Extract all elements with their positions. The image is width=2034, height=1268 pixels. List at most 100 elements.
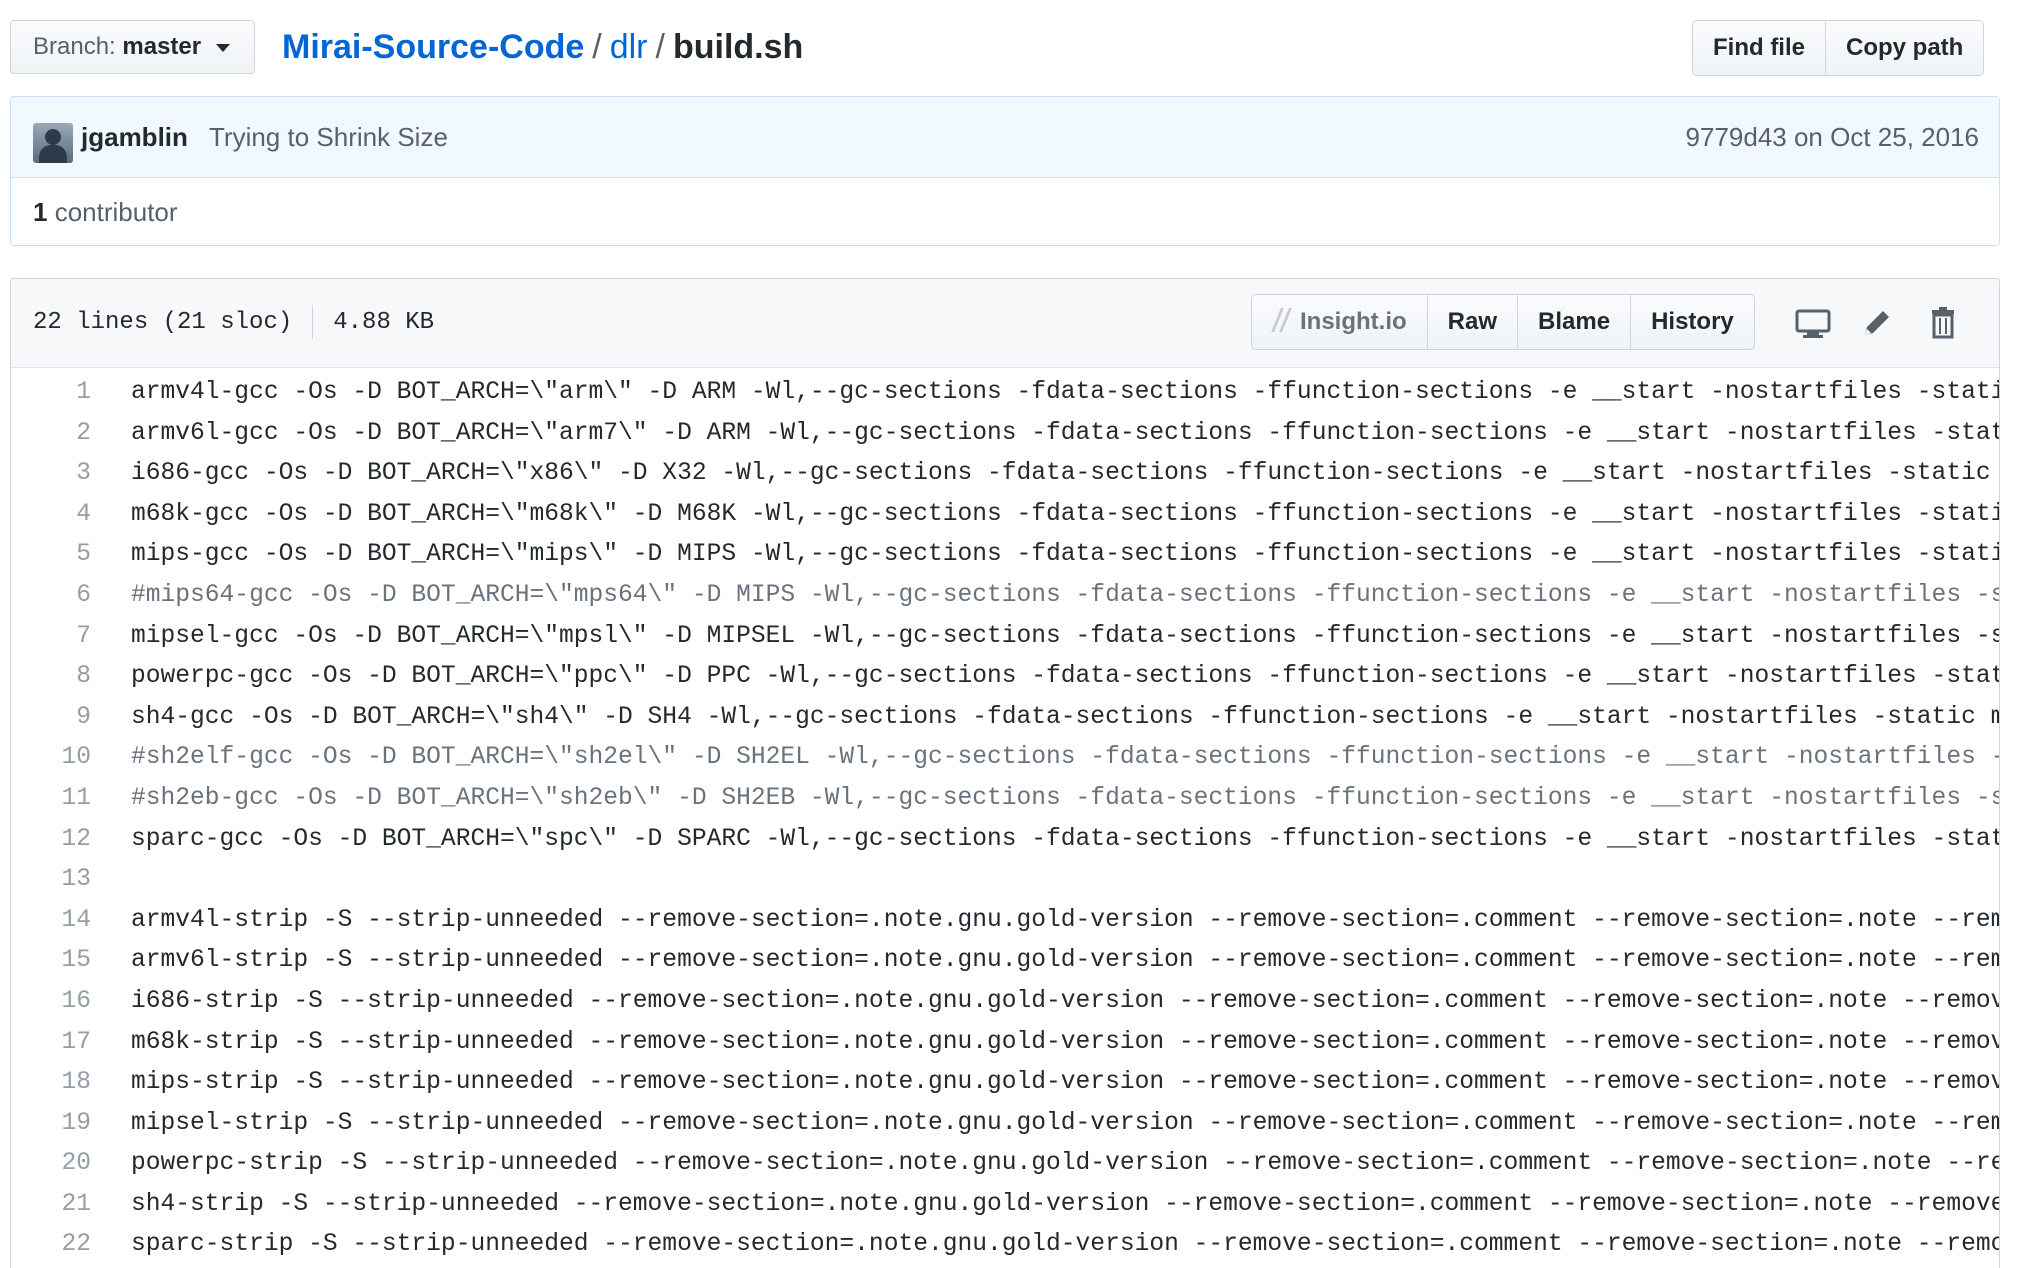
line-number[interactable]: 12 <box>11 820 91 861</box>
line-number[interactable]: 16 <box>11 982 91 1023</box>
code-text: mips-strip -S --strip-unneeded --remove-… <box>131 1069 1999 1097</box>
code-listing: 1 armv4l-gcc -Os -D BOT_ARCH=\"arm\" -D A… <box>11 368 1999 1266</box>
line-number[interactable]: 22 <box>11 1225 91 1266</box>
code-line: 22 sparc-strip -S --strip-unneeded --remo… <box>11 1225 1999 1266</box>
code-line: 13 <box>11 860 1999 901</box>
line-number[interactable]: 4 <box>11 495 91 536</box>
code-text: mipsel-gcc -Os -D BOT_ARCH=\"mpsl\" -D M… <box>131 622 1999 650</box>
code-comment: #mips64-gcc -Os -D BOT_ARCH=\"mps64\" -D… <box>131 581 1999 609</box>
code-line: 19 mipsel-strip -S --strip-unneeded --rem… <box>11 1104 1999 1145</box>
line-number[interactable]: 19 <box>11 1104 91 1145</box>
copy-path-button[interactable]: Copy path <box>1826 20 1985 76</box>
branch-select-button[interactable]: Branch: master <box>10 20 255 74</box>
contributors-summary[interactable]: 1 contributor <box>11 178 1999 245</box>
code-line: 4 m68k-gcc -Os -D BOT_ARCH=\"m68k\" -D M6… <box>11 495 1999 536</box>
avatar[interactable] <box>33 123 73 163</box>
line-number[interactable]: 6 <box>11 576 91 617</box>
find-file-button[interactable]: Find file <box>1692 20 1826 76</box>
blame-button[interactable]: Blame <box>1518 294 1632 350</box>
line-number[interactable]: 9 <box>11 698 91 739</box>
code-line: 1 armv4l-gcc -Os -D BOT_ARCH=\"arm\" -D A… <box>11 373 1999 414</box>
code-line: 8 powerpc-gcc -Os -D BOT_ARCH=\"ppc\" -D … <box>11 657 1999 698</box>
code-text: mips-gcc -Os -D BOT_ARCH=\"mips\" -D MIP… <box>131 541 1999 569</box>
file-header: 22 lines (21 sloc) 4.88 KB Insight.io Raw… <box>11 279 1999 368</box>
breadcrumb-dir-link[interactable]: dlr <box>610 28 648 66</box>
code-text: armv4l-gcc -Os -D BOT_ARCH=\"arm\" -D AR… <box>131 379 1999 406</box>
breadcrumb-repo-link[interactable]: Mirai-Source-Code <box>282 28 584 66</box>
commit-sha-date[interactable]: 9779d43 on Oct 25, 2016 <box>1686 117 1979 157</box>
line-number[interactable]: 15 <box>11 941 91 982</box>
file-size: 4.88 KB <box>333 309 435 336</box>
raw-button[interactable]: Raw <box>1427 294 1519 350</box>
commit-author-link[interactable]: jgamblin <box>81 117 188 157</box>
code-line: 7 mipsel-gcc -Os -D BOT_ARCH=\"mpsl\" -D … <box>11 617 1999 658</box>
breadcrumb-file-name: build.sh <box>672 28 804 66</box>
code-line: 9 sh4-gcc -Os -D BOT_ARCH=\"sh4\" -D SH4 … <box>11 698 1999 739</box>
code-line: 2 armv6l-gcc -Os -D BOT_ARCH=\"arm7\" -D … <box>11 414 1999 455</box>
code-text: powerpc-strip -S --strip-unneeded --remo… <box>131 1150 1999 1178</box>
file-viewer: 22 lines (21 sloc) 4.88 KB Insight.io Raw… <box>10 278 2000 1268</box>
contributor-label: contributor <box>54 197 178 227</box>
breadcrumb-separator: / <box>592 28 602 66</box>
line-number[interactable]: 13 <box>11 860 91 901</box>
code-comment: #sh2eb-gcc -Os -D BOT_ARCH=\"sh2eb\" -D … <box>131 784 1999 812</box>
code-line: 21 sh4-strip -S --strip-unneeded --remove… <box>11 1185 1999 1226</box>
code-line: 18 mips-strip -S --strip-unneeded --remov… <box>11 1063 1999 1104</box>
branch-name: master <box>122 33 202 60</box>
code-text: sparc-gcc -Os -D BOT_ARCH=\"spc\" -D SPA… <box>131 825 1999 853</box>
line-number[interactable]: 18 <box>11 1063 91 1104</box>
insight-io-button[interactable]: Insight.io <box>1251 294 1428 350</box>
code-comment: #sh2elf-gcc -Os -D BOT_ARCH=\"sh2el\" -D… <box>131 744 1999 772</box>
desktop-icon[interactable] <box>1793 303 1833 343</box>
history-button[interactable]: History <box>1631 294 1755 350</box>
breadcrumb: Mirai-Source-Code / dlr / build.sh <box>282 24 803 70</box>
code-line: 11 #sh2eb-gcc -Os -D BOT_ARCH=\"sh2eb\" -… <box>11 779 1999 820</box>
line-number[interactable]: 1 <box>11 373 91 414</box>
line-number[interactable]: 10 <box>11 738 91 779</box>
code-text: armv6l-strip -S --strip-unneeded --remov… <box>131 947 1999 975</box>
insight-io-icon <box>1271 308 1294 332</box>
latest-commit: jgamblin Trying to Shrink Size 9779d43 o… <box>11 97 1999 178</box>
line-number[interactable]: 5 <box>11 535 91 576</box>
file-info: 22 lines (21 sloc) 4.88 KB <box>33 279 434 367</box>
line-number[interactable]: 7 <box>11 617 91 658</box>
code-text: i686-strip -S --strip-unneeded --remove-… <box>131 987 1999 1015</box>
code-text: m68k-strip -S --strip-unneeded --remove-… <box>131 1028 1999 1056</box>
file-info-divider <box>312 304 314 339</box>
code-text: armv4l-strip -S --strip-unneeded --remov… <box>131 906 1999 934</box>
code-text: powerpc-gcc -Os -D BOT_ARCH=\"ppc\" -D P… <box>131 663 1999 691</box>
code-line: 15 armv6l-strip -S --strip-unneeded --rem… <box>11 941 1999 982</box>
line-number[interactable]: 2 <box>11 414 91 455</box>
code-line: 10 #sh2elf-gcc -Os -D BOT_ARCH=\"sh2el\" … <box>11 738 1999 779</box>
code-line: 16 i686-strip -S --strip-unneeded --remov… <box>11 982 1999 1023</box>
code-text: armv6l-gcc -Os -D BOT_ARCH=\"arm7\" -D A… <box>131 419 1999 447</box>
insight-io-label: Insight.io <box>1300 308 1407 335</box>
code-text: sh4-strip -S --strip-unneeded --remove-s… <box>131 1190 1999 1218</box>
file-line-count: 22 lines (21 sloc) <box>33 309 293 336</box>
code-line: 3 i686-gcc -Os -D BOT_ARCH=\"x86\" -D X32… <box>11 454 1999 495</box>
code-text: sh4-gcc -Os -D BOT_ARCH=\"sh4\" -D SH4 -… <box>131 703 1999 731</box>
branch-prefix: Branch: <box>33 33 116 60</box>
file-actions-group: Insight.io Raw Blame History <box>1251 294 1755 350</box>
code-text: m68k-gcc -Os -D BOT_ARCH=\"m68k\" -D M68… <box>131 500 1999 528</box>
commit-info-box: jgamblin Trying to Shrink Size 9779d43 o… <box>10 96 2000 246</box>
code-line: 14 armv4l-strip -S --strip-unneeded --rem… <box>11 901 1999 942</box>
line-number[interactable]: 14 <box>11 901 91 942</box>
pencil-icon[interactable] <box>1857 303 1897 343</box>
trash-icon[interactable] <box>1923 303 1963 343</box>
line-number[interactable]: 3 <box>11 454 91 495</box>
line-number[interactable]: 11 <box>11 779 91 820</box>
code-line: 12 sparc-gcc -Os -D BOT_ARCH=\"spc\" -D S… <box>11 820 1999 861</box>
caret-down-icon <box>215 43 230 52</box>
code-text: sparc-strip -S --strip-unneeded --remove… <box>131 1231 1999 1259</box>
contributor-count: 1 <box>33 197 48 227</box>
code-text: i686-gcc -Os -D BOT_ARCH=\"x86\" -D X32 … <box>131 460 1991 488</box>
line-number[interactable]: 20 <box>11 1144 91 1185</box>
line-number[interactable]: 8 <box>11 657 91 698</box>
line-number[interactable]: 21 <box>11 1185 91 1226</box>
code-text: mipsel-strip -S --strip-unneeded --remov… <box>131 1109 1999 1137</box>
commit-message-link[interactable]: Trying to Shrink Size <box>209 117 448 157</box>
code-line: 6 #mips64-gcc -Os -D BOT_ARCH=\"mps64\" -… <box>11 576 1999 617</box>
breadcrumb-separator: / <box>655 28 665 66</box>
line-number[interactable]: 17 <box>11 1023 91 1064</box>
